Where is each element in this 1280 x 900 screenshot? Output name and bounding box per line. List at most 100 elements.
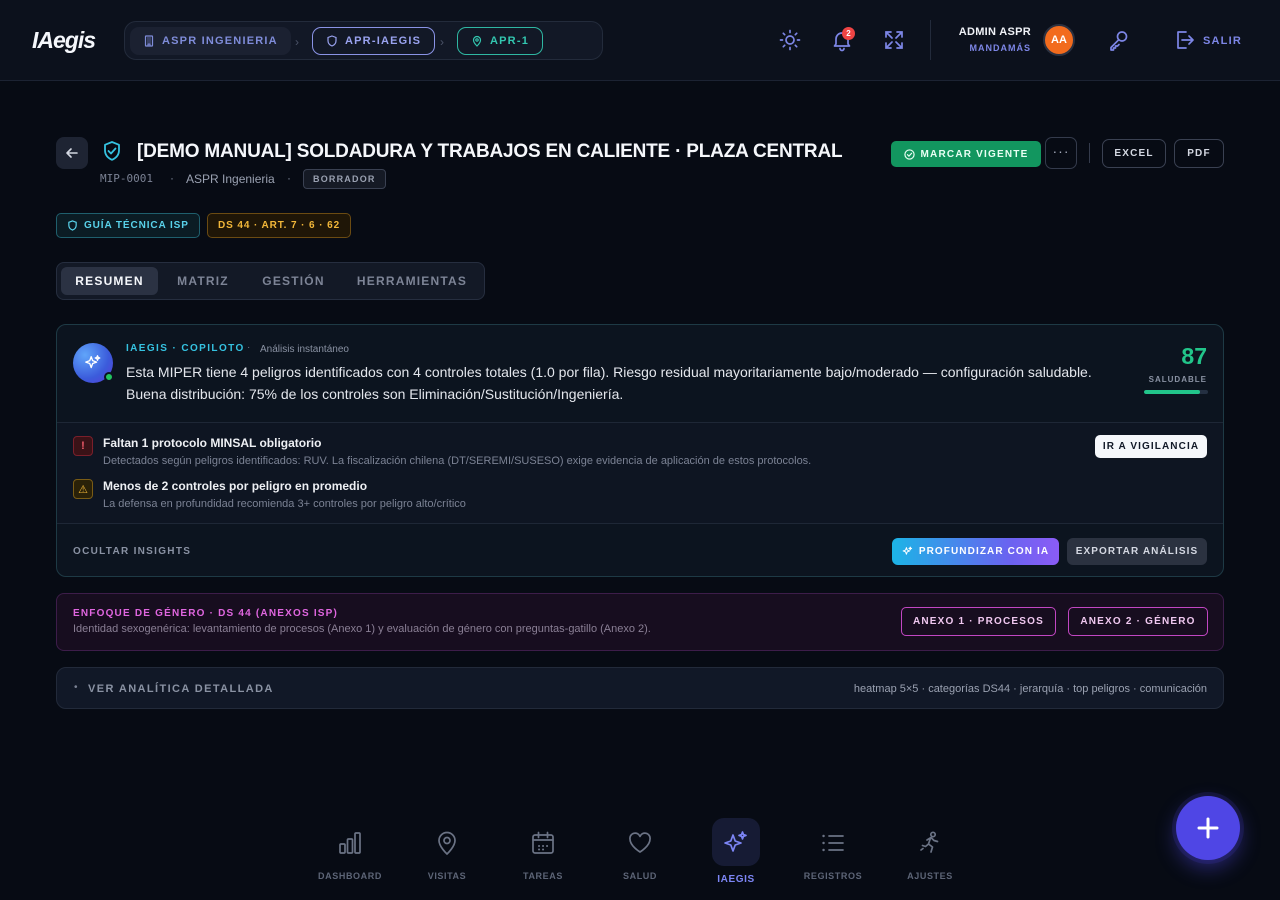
back-button[interactable]: [56, 137, 88, 169]
nav-label: VISITAS: [427, 871, 467, 881]
breadcrumb: ASPR INGENIERIA › APR-IAEGIS › APR-1: [124, 21, 603, 60]
map-pin-icon: [434, 830, 460, 856]
annex-2-button[interactable]: ANEXO 2 · GÉNERO: [1068, 607, 1208, 636]
nav-visitas[interactable]: VISITAS: [407, 818, 487, 888]
analytics-hint: heatmap 5×5 · categorías DS44 · jerarquí…: [853, 683, 1207, 695]
insight-description: La defensa en profundidad recomienda 3+ …: [103, 498, 466, 510]
export-excel-button[interactable]: EXCEL: [1102, 139, 1166, 168]
hide-insights-button[interactable]: OCULTAR INSIGHTS: [73, 546, 191, 557]
logout-icon[interactable]: [1172, 28, 1196, 52]
top-bar: IAegis ASPR INGENIERIA › APR-IAEGIS › AP…: [0, 0, 1280, 81]
breadcrumb-organization-label: ASPR INGENIERIA: [162, 35, 278, 47]
shield-icon: [67, 220, 78, 231]
check-circle-icon: [903, 148, 915, 160]
nav-tareas[interactable]: TAREAS: [503, 818, 583, 888]
key-icon[interactable]: [1107, 28, 1131, 52]
nav-dashboard[interactable]: DASHBOARD: [310, 818, 390, 888]
export-analysis-button[interactable]: EXPORTAR ANÁLISIS: [1067, 538, 1207, 565]
add-button[interactable]: [1176, 796, 1240, 860]
chevron-right-icon: ›: [440, 35, 444, 49]
copilot-panel: IAEGIS · COPILOTO · Análisis instantáneo…: [56, 324, 1224, 577]
sparkles-icon: [723, 830, 749, 856]
insights-list: ! Faltan 1 protocolo MINSAL obligatorio …: [57, 422, 1223, 524]
breadcrumb-project[interactable]: APR-IAEGIS: [312, 27, 436, 55]
insight-title: Menos de 2 controles por peligro en prom…: [103, 479, 368, 493]
nav-label: AJUSTES: [907, 871, 953, 881]
breadcrumb-project-label: APR-IAEGIS: [345, 35, 422, 47]
health-score-value: 87: [1181, 343, 1207, 369]
meta-separator: ·: [170, 171, 174, 185]
expand-icon[interactable]: [882, 28, 906, 52]
nav-label: REGISTROS: [803, 871, 863, 881]
tab-gestion[interactable]: GESTIÓN: [248, 267, 339, 295]
export-pdf-button[interactable]: PDF: [1174, 139, 1224, 168]
calendar-icon: [530, 830, 556, 856]
bullet: •: [74, 682, 78, 693]
copilot-mode: Análisis instantáneo: [260, 344, 349, 355]
tab-resumen[interactable]: RESUMEN: [61, 267, 158, 295]
sparkles-icon: [84, 354, 102, 372]
sparkles-icon: [902, 546, 913, 557]
analytics-label: VER ANALÍTICA DETALLADA: [88, 683, 274, 695]
chevron-right-icon: ›: [295, 35, 299, 49]
nav-label: IAEGIS: [717, 874, 755, 885]
insight-title: Faltan 1 protocolo MINSAL obligatorio: [103, 436, 322, 450]
bar-chart-icon: [337, 830, 363, 856]
health-score-label: SALUDABLE: [1148, 375, 1207, 384]
user-name: ADMIN ASPR: [958, 26, 1031, 38]
copilot-brand: IAEGIS · COPILOTO: [126, 343, 245, 354]
gender-title: ENFOQUE DE GÉNERO · DS 44 (ANEXOS ISP): [73, 608, 339, 619]
alert-icon: !: [73, 436, 93, 456]
online-status-dot: [104, 372, 114, 382]
mark-current-label: MARCAR VIGENTE: [920, 148, 1029, 160]
detailed-analytics-toggle[interactable]: • VER ANALÍTICA DETALLADA heatmap 5×5 · …: [56, 667, 1224, 709]
page-title: [DEMO MANUAL] SOLDADURA Y TRABAJOS EN CA…: [137, 141, 843, 162]
logout-button[interactable]: SALIR: [1203, 35, 1242, 47]
user-role: MANDAMÁS: [969, 43, 1031, 53]
document-code: MIP-0001: [100, 172, 153, 185]
app-logo[interactable]: IAegis: [32, 27, 96, 54]
nav-label: DASHBOARD: [318, 871, 382, 881]
building-icon: [143, 35, 155, 47]
annex-1-button[interactable]: ANEXO 1 · PROCESOS: [901, 607, 1056, 636]
mark-current-button[interactable]: MARCAR VIGENTE: [891, 141, 1041, 167]
plus-icon: [1195, 815, 1221, 841]
nav-registros[interactable]: REGISTROS: [793, 818, 873, 888]
tab-matriz[interactable]: MATRIZ: [162, 267, 244, 295]
list-icon: [820, 830, 846, 856]
copilot-summary: Esta MIPER tiene 4 peligros identificado…: [126, 364, 1092, 402]
sun-icon[interactable]: [778, 28, 802, 52]
map-pin-icon: [471, 35, 483, 47]
running-figure-icon: [917, 830, 943, 856]
tab-herramientas[interactable]: HERRAMIENTAS: [343, 267, 481, 295]
tag-isp-guide[interactable]: GUÍA TÉCNICA ISP: [56, 213, 200, 238]
breadcrumb-site[interactable]: APR-1: [457, 27, 544, 55]
breadcrumb-site-label: APR-1: [490, 35, 530, 47]
warning-icon: ⚠: [73, 479, 93, 499]
go-vigilance-button[interactable]: IR A VIGILANCIA: [1095, 435, 1207, 458]
topbar-divider: [930, 20, 931, 60]
gender-focus-panel: ENFOQUE DE GÉNERO · DS 44 (ANEXOS ISP) I…: [56, 593, 1224, 651]
shield-check-icon: [101, 140, 123, 162]
health-score-fill: [1144, 390, 1200, 394]
copilot-separator: ·: [247, 342, 251, 353]
nav-label: TAREAS: [523, 871, 563, 881]
notification-count-badge: 2: [842, 27, 855, 40]
breadcrumb-organization[interactable]: ASPR INGENIERIA: [130, 27, 291, 55]
status-badge: BORRADOR: [303, 169, 386, 189]
more-options-button[interactable]: ···: [1045, 137, 1077, 169]
avatar[interactable]: AA: [1043, 24, 1075, 56]
heart-icon: [627, 830, 653, 856]
gender-description: Identidad sexogenérica: levantamiento de…: [73, 623, 651, 635]
actions-divider: [1089, 143, 1090, 163]
deepen-ai-button[interactable]: PROFUNDIZAR CON IA: [892, 538, 1059, 565]
arrow-left-icon: [64, 145, 80, 161]
nav-salud[interactable]: SALUD: [600, 818, 680, 888]
health-score-bar: [1144, 390, 1208, 394]
tag-isp-label: GUÍA TÉCNICA ISP: [84, 220, 189, 231]
tag-ds44[interactable]: DS 44 · ART. 7 · 6 · 62: [207, 213, 352, 238]
shield-icon: [326, 35, 338, 47]
nav-label: SALUD: [623, 871, 657, 881]
nav-ajustes[interactable]: AJUSTES: [890, 818, 970, 888]
nav-iaegis[interactable]: IAEGIS: [696, 818, 776, 888]
